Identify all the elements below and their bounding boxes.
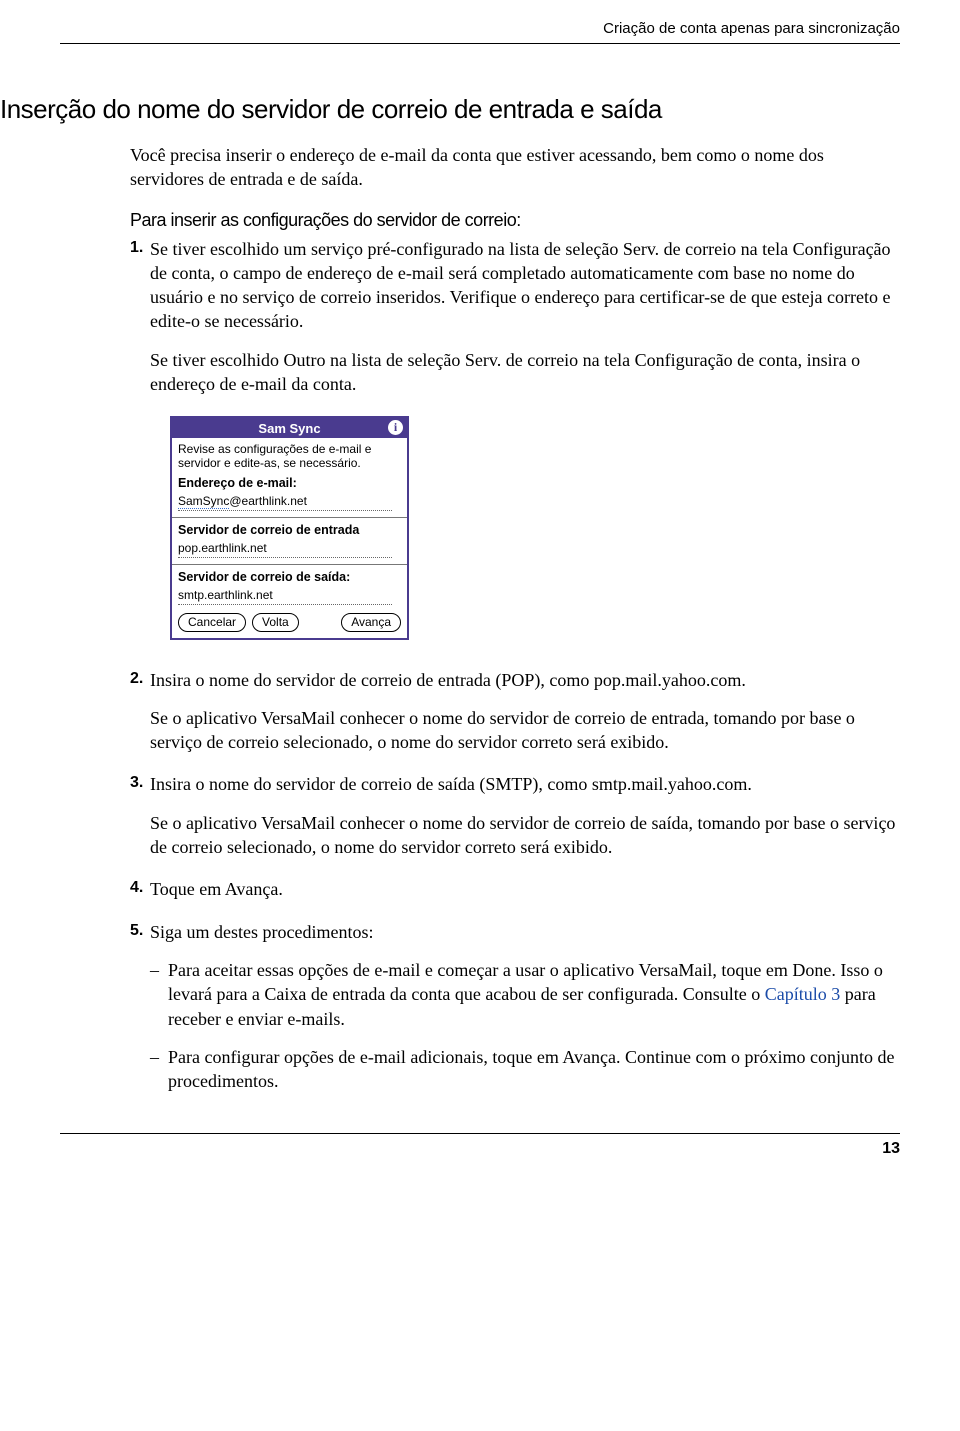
section-title: Inserção do nome do servidor de correio …	[0, 94, 900, 125]
step-paragraph: Se tiver escolhido Outro na lista de sel…	[150, 348, 900, 397]
back-button[interactable]: Volta	[252, 613, 299, 631]
step-text: Insira o nome do servidor de correio de …	[150, 774, 752, 794]
step-number: 2.	[130, 668, 143, 690]
divider	[172, 564, 407, 565]
procedure-subhead: Para inserir as configurações do servido…	[130, 210, 900, 231]
step-1: 1. Se tiver escolhido um serviço pré-con…	[130, 237, 900, 640]
divider	[172, 517, 407, 518]
palm-device-screenshot: Sam Sync i Revise as configurações de e-…	[170, 416, 409, 639]
sub-option-2: Para configurar opções de e-mail adicion…	[150, 1045, 900, 1094]
email-label: Endereço de e-mail:	[178, 475, 401, 492]
email-user-part: SamSync	[178, 494, 229, 509]
step-number: 1.	[130, 237, 143, 259]
sub-option-1: Para aceitar essas opções de e-mail e co…	[150, 958, 900, 1031]
palm-titlebar: Sam Sync i	[172, 418, 407, 438]
step-text: Toque em Avança.	[150, 879, 283, 899]
step-paragraph: Se o aplicativo VersaMail conhecer o nom…	[150, 706, 900, 755]
step-text: Insira o nome do servidor de correio de …	[150, 670, 746, 690]
step-number: 4.	[130, 877, 143, 899]
step-4: 4. Toque em Avança.	[130, 877, 900, 901]
step-number: 3.	[130, 772, 143, 794]
sub-options: Para aceitar essas opções de e-mail e co…	[150, 958, 900, 1093]
step-5: 5. Siga um destes procedimentos: Para ac…	[130, 920, 900, 1094]
next-button[interactable]: Avança	[341, 613, 401, 631]
step-text: Se tiver escolhido um serviço pré-config…	[150, 239, 891, 332]
outgoing-label: Servidor de correio de saída:	[178, 569, 401, 586]
step-paragraph: Se o aplicativo VersaMail conhecer o nom…	[150, 811, 900, 860]
page-number: 13	[60, 1133, 900, 1158]
palm-instruction: Revise as configurações de e-mail e serv…	[178, 443, 401, 471]
step-text: Siga um destes procedimentos:	[150, 922, 373, 942]
running-header: Criação de conta apenas para sincronizaç…	[60, 20, 900, 44]
incoming-server-field[interactable]: pop.earthlink.net	[178, 540, 392, 558]
cancel-button[interactable]: Cancelar	[178, 613, 246, 631]
steps-list: 1. Se tiver escolhido um serviço pré-con…	[130, 237, 900, 1094]
palm-title-text: Sam Sync	[258, 420, 320, 438]
step-2: 2. Insira o nome do servidor de correio …	[130, 668, 900, 755]
outgoing-server-field[interactable]: smtp.earthlink.net	[178, 587, 392, 605]
info-icon[interactable]: i	[388, 420, 403, 435]
email-field[interactable]: SamSync@earthlink.net	[178, 493, 392, 511]
email-domain-part: @earthlink.net	[229, 494, 307, 508]
incoming-label: Servidor de correio de entrada	[178, 522, 401, 539]
step-3: 3. Insira o nome do servidor de correio …	[130, 772, 900, 859]
chapter-3-link[interactable]: Capítulo 3	[765, 984, 841, 1004]
intro-paragraph: Você precisa inserir o endereço de e-mai…	[130, 143, 900, 192]
step-number: 5.	[130, 920, 143, 942]
